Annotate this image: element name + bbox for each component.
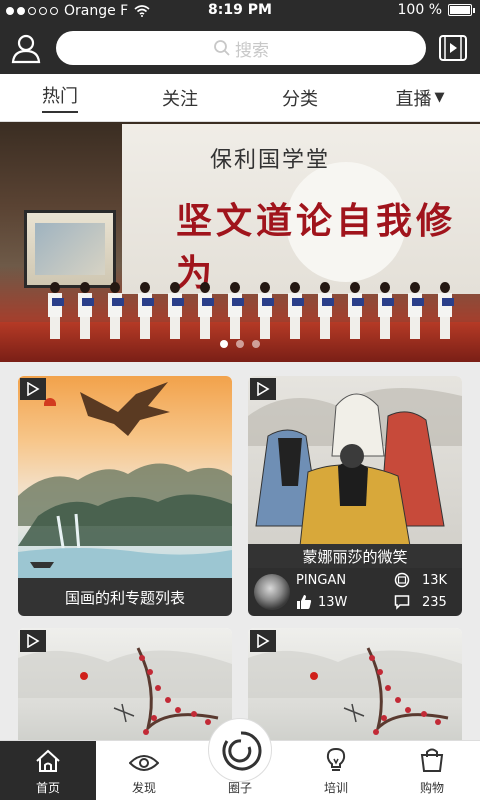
- play-badge: [250, 378, 276, 400]
- card-thumbnail: [248, 376, 462, 546]
- video-card-2[interactable]: 蒙娜丽莎的微笑 PINGAN 13W 13K 235: [248, 376, 462, 616]
- card-caption: 蒙娜丽莎的微笑: [248, 544, 462, 568]
- home-icon: [36, 749, 60, 772]
- pager-dot[interactable]: [236, 340, 244, 348]
- status-right: 100 %: [397, 2, 475, 18]
- tab-category[interactable]: 分类: [240, 74, 360, 121]
- film-icon: [394, 572, 410, 588]
- play-icon: [257, 382, 270, 396]
- tab-follow[interactable]: 关注: [120, 74, 240, 121]
- views-value: 13K: [422, 572, 448, 588]
- nav-circle-button[interactable]: [208, 718, 272, 782]
- nav-label: 培训: [323, 781, 348, 795]
- dropdown-arrow-icon: ▼: [434, 90, 445, 105]
- play-badge: [20, 378, 46, 400]
- avatar[interactable]: [254, 574, 290, 610]
- play-icon: [27, 634, 40, 648]
- nav-shopping[interactable]: 购物: [384, 741, 480, 800]
- tab-label: 关注: [162, 88, 198, 110]
- eagle-painting-image: [18, 382, 232, 578]
- video-card-1[interactable]: 国画的利专题列表: [18, 376, 232, 616]
- user-icon: [11, 34, 41, 64]
- nav-label: 发现: [131, 781, 156, 795]
- comments-value: 235: [422, 594, 447, 610]
- tab-label: 热门: [42, 82, 78, 113]
- opera-painting-image: [248, 388, 462, 546]
- nav-label: 首页: [35, 781, 60, 795]
- circle-icon: [222, 731, 262, 771]
- author-name[interactable]: PINGAN: [296, 573, 346, 588]
- carousel-pager[interactable]: [0, 340, 480, 348]
- tab-label: 分类: [282, 88, 318, 110]
- battery-icon: [448, 4, 475, 16]
- comment-icon: [394, 595, 410, 610]
- card-thumbnail: [248, 628, 462, 758]
- play-badge: [250, 630, 276, 652]
- battery-percent: 100 %: [397, 2, 442, 18]
- plum-blossom-painting-image: [18, 647, 232, 735]
- video-card-4[interactable]: [248, 628, 462, 758]
- lightbulb-icon: [326, 747, 346, 771]
- video-icon: [439, 35, 467, 61]
- eye-icon: [129, 755, 159, 771]
- pager-dot[interactable]: [252, 340, 260, 348]
- likes-value: 13W: [318, 594, 348, 610]
- banner-carousel[interactable]: 保利国学堂 坚文道论自我修为: [0, 122, 480, 362]
- likes-count[interactable]: 13W: [296, 594, 347, 610]
- card-meta: PINGAN 13W 13K 235: [248, 568, 462, 616]
- play-icon: [27, 382, 40, 396]
- top-bar: 搜索: [0, 22, 480, 74]
- video-card-3[interactable]: [18, 628, 232, 758]
- card-thumbnail: [18, 628, 232, 758]
- search-icon: [214, 40, 230, 56]
- tab-label: 直播: [395, 88, 432, 110]
- performers-image: [40, 272, 460, 342]
- plum-blossom-painting-image: [248, 647, 462, 735]
- banner-subtitle: 保利国学堂: [210, 148, 331, 173]
- card-thumbnail: [18, 376, 232, 578]
- play-icon: [257, 634, 270, 648]
- nav-discover[interactable]: 发现: [96, 741, 192, 800]
- thumbs-up-icon: [297, 595, 312, 609]
- status-bar: Orange F 8:19 PM 100 %: [0, 0, 480, 22]
- user-profile-button[interactable]: [10, 32, 42, 64]
- play-badge: [20, 630, 46, 652]
- app-screen: Orange F 8:19 PM 100 % 搜索 热门 关注 分类 直播 ▼ …: [0, 0, 480, 800]
- nav-home[interactable]: 首页: [0, 741, 96, 800]
- nav-training[interactable]: 培训: [288, 741, 384, 800]
- views-count: 13K: [394, 572, 447, 588]
- video-button[interactable]: [438, 33, 468, 63]
- card-caption: 国画的利专题列表: [18, 578, 232, 616]
- tab-live[interactable]: 直播 ▼: [360, 74, 480, 121]
- comments-count[interactable]: 235: [394, 594, 447, 610]
- tab-hot[interactable]: 热门: [0, 74, 120, 121]
- category-tabs: 热门 关注 分类 直播 ▼: [0, 74, 480, 122]
- pager-dot-active[interactable]: [220, 340, 228, 348]
- shopping-bag-icon: [420, 748, 444, 772]
- nav-label: 购物: [419, 781, 444, 795]
- search-placeholder: 搜索: [235, 40, 269, 61]
- search-input[interactable]: 搜索: [56, 31, 426, 65]
